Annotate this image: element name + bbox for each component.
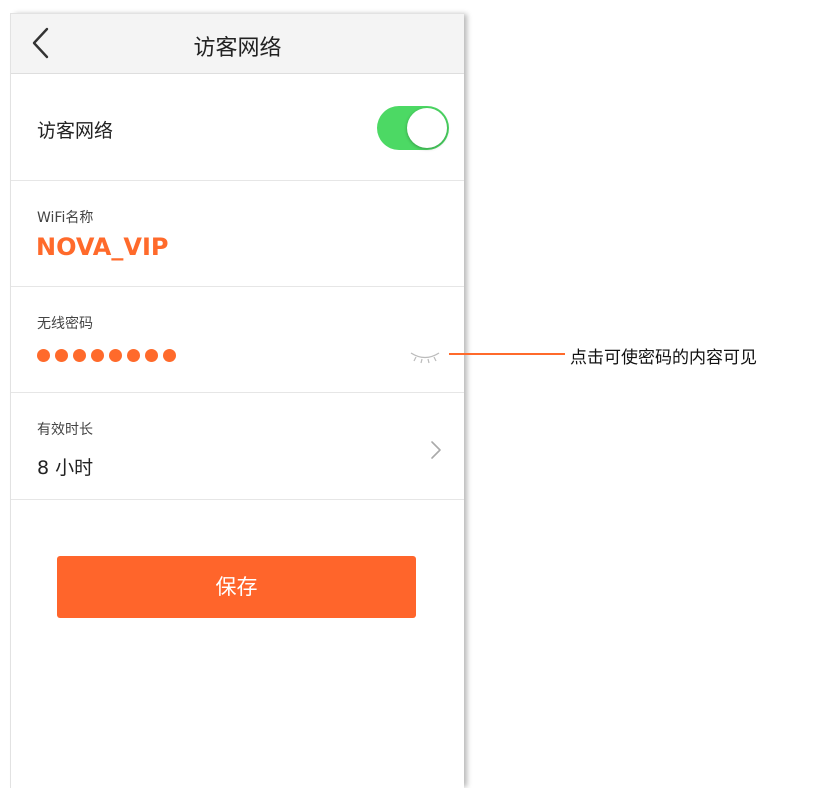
- chevron-right-icon: [431, 441, 441, 459]
- password-label: 无线密码: [37, 316, 93, 332]
- show-password-button[interactable]: [409, 349, 441, 364]
- wifi-name-label: WiFi名称: [37, 210, 94, 226]
- guest-network-toggle[interactable]: [377, 106, 449, 150]
- annotation-text: 点击可使密码的内容可见: [570, 348, 757, 368]
- settings-list: 访客网络 WiFi名称 NOVA_VIP 无线密码 有效时长 8 小时 保存: [11, 74, 464, 788]
- duration-arrow[interactable]: [429, 439, 443, 461]
- phone-screen: 访客网络 访客网络 WiFi名称 NOVA_VIP 无线密码 有效时长 8 小时…: [10, 13, 464, 788]
- password-dot: [37, 349, 50, 362]
- duration-label: 有效时长: [37, 422, 93, 438]
- annotation-line: [449, 353, 565, 355]
- eye-closed-icon: [410, 352, 440, 364]
- password-dot: [91, 349, 104, 362]
- save-button[interactable]: 保存: [57, 556, 416, 618]
- password-dot: [55, 349, 68, 362]
- password-dot: [73, 349, 86, 362]
- password-dot: [145, 349, 158, 362]
- duration-row[interactable]: 有效时长 8 小时: [11, 393, 464, 500]
- nav-bar: 访客网络: [11, 14, 464, 74]
- password-dot: [163, 349, 176, 362]
- guest-network-label: 访客网络: [37, 120, 114, 142]
- duration-value: 8 小时: [37, 457, 94, 479]
- password-field[interactable]: [37, 349, 176, 362]
- password-row[interactable]: 无线密码: [11, 287, 464, 393]
- password-dot: [109, 349, 122, 362]
- wifi-name-value[interactable]: NOVA_VIP: [36, 233, 168, 261]
- guest-network-row: 访客网络: [11, 74, 464, 181]
- page-title: 访客网络: [193, 36, 282, 61]
- wifi-name-row[interactable]: WiFi名称 NOVA_VIP: [11, 181, 464, 287]
- password-dot: [127, 349, 140, 362]
- toggle-knob: [407, 108, 447, 148]
